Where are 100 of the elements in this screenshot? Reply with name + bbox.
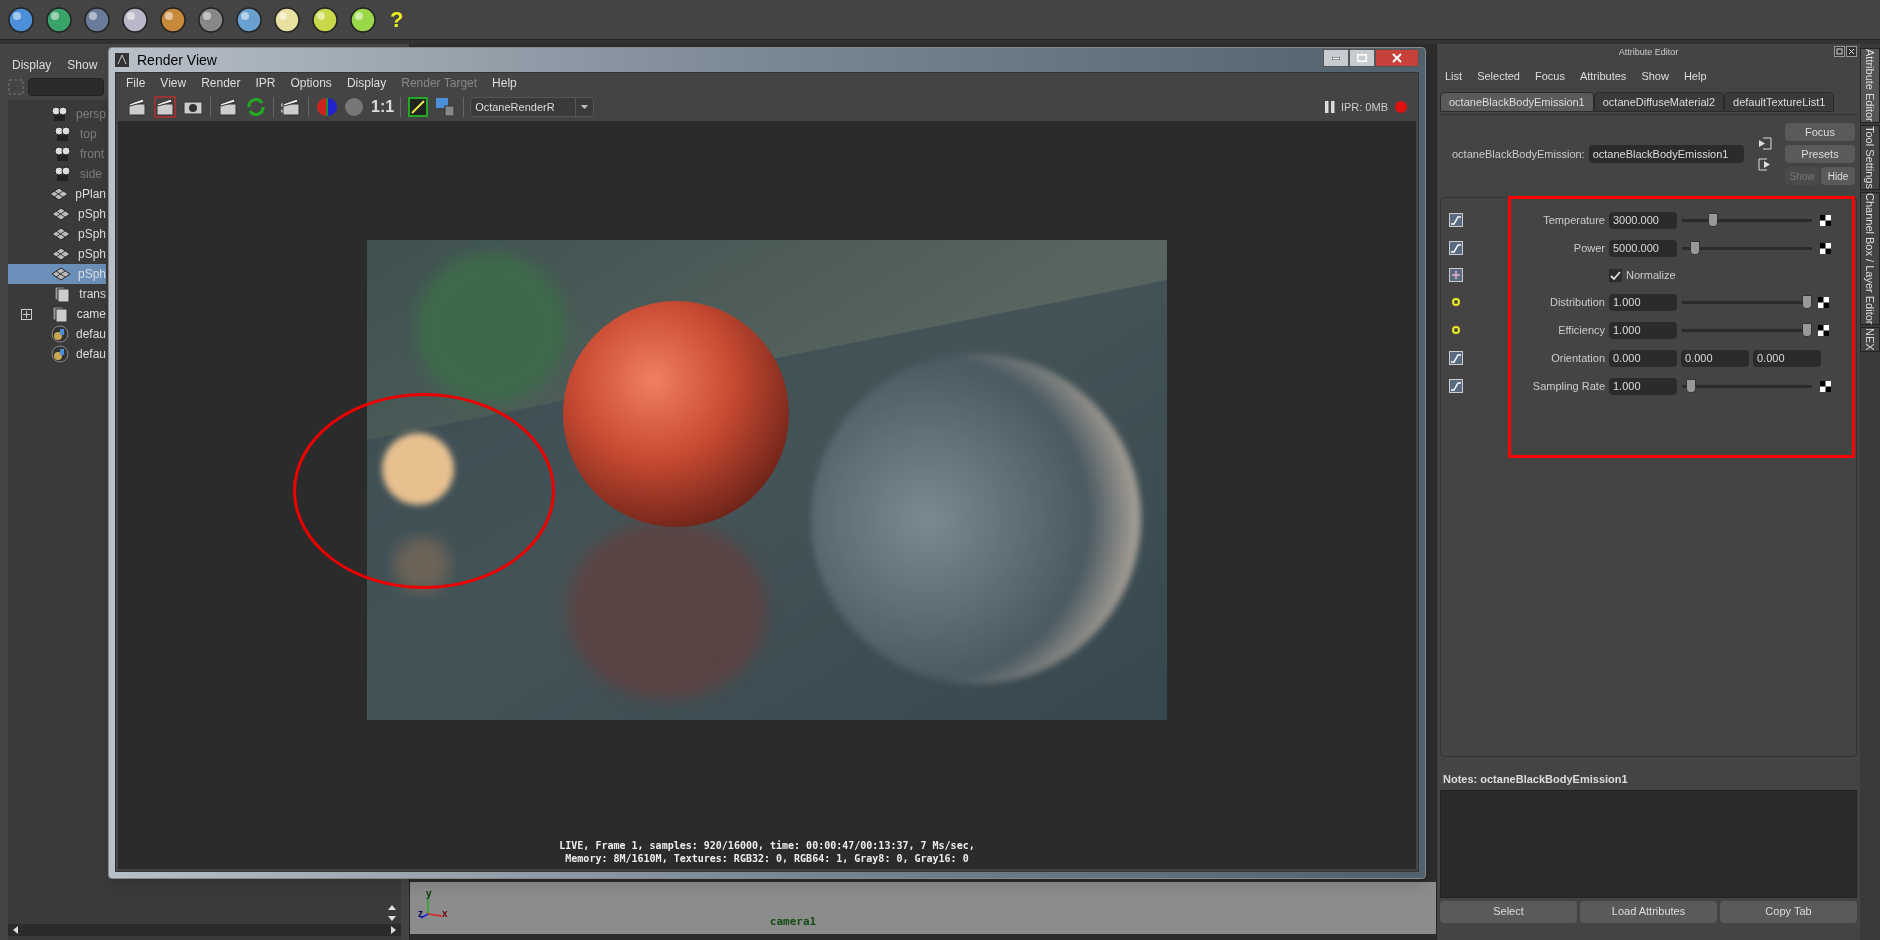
attribute-label: Efficiency [1558,323,1605,336]
menu-item[interactable]: Focus [1534,67,1565,85]
outliner-item[interactable]: pPlan [8,184,106,204]
panel-button[interactable]: Presets [1785,145,1855,163]
menu-item[interactable]: Display [346,74,387,92]
outliner-item[interactable]: came [8,304,106,324]
outliner-item[interactable]: defau [8,324,106,344]
menu-item[interactable]: Selected [1477,67,1520,85]
menu-item[interactable]: Show [67,56,98,74]
trash-icon[interactable] [435,96,458,118]
checker-map-icon[interactable] [1820,380,1831,392]
attribute-label: Power [1573,241,1605,254]
checkmark-icon [1610,269,1621,281]
menu-item[interactable]: Show [1641,67,1669,85]
panel-button[interactable]: Focus [1785,123,1855,141]
menu-item[interactable]: List [1445,67,1463,85]
camera-label: camera1 [769,913,817,930]
panel-button[interactable]: Hide [1821,167,1855,185]
value-field[interactable]: 0.000 [1609,349,1677,367]
side-tab[interactable]: NEX [1860,327,1880,352]
clapperboard-icon[interactable] [154,96,176,118]
value-field[interactable]: 5000.000 [1609,239,1677,257]
mesh-icon [51,227,72,241]
outliner-item[interactable]: pSph [8,204,106,224]
outliner-item[interactable]: pSph [8,244,106,264]
side-tab[interactable]: Channel Box / Layer Editor [1860,191,1880,326]
slider-thumb[interactable] [1802,295,1812,309]
node-tab[interactable]: octaneBlackBodyEmission1 [1440,92,1594,112]
value-field[interactable]: 3000.000 [1609,211,1677,229]
clapperboard-icon[interactable] [217,96,239,118]
node-name-field[interactable]: octaneBlackBodyEmission1 [1588,145,1744,163]
node-tab[interactable]: defaultTextureList1 [1724,92,1835,112]
refresh-icon[interactable] [245,96,267,118]
slider-track[interactable] [1682,322,1812,338]
curve-icon[interactable] [1449,351,1463,365]
slider-thumb[interactable] [1685,379,1696,393]
left-arrow-icon[interactable] [12,926,20,934]
slider-thumb[interactable] [1708,213,1719,227]
pause-icon[interactable] [1324,101,1335,113]
menu-item[interactable]: Attributes [1579,67,1627,85]
bottom-button[interactable]: Load Attributes [1580,900,1717,923]
dot-icon [1452,298,1460,306]
menu-item[interactable]: Help [1683,67,1707,85]
bottom-button[interactable]: Copy Tab [1720,900,1857,923]
close-icon[interactable] [1846,46,1857,57]
value-field[interactable]: 1.000 [1609,293,1677,311]
menu-item[interactable]: Help [492,74,517,92]
picture-icon[interactable] [407,96,430,118]
outliner-item[interactable]: defau [8,344,106,364]
curve-icon[interactable] [1449,379,1463,393]
slider-track[interactable] [1682,378,1812,394]
notes-field[interactable] [1440,789,1857,898]
app-logo-icon [115,53,129,67]
curve-icon[interactable] [1449,241,1463,255]
checkbox[interactable] [1609,268,1622,282]
renderer-dropdown[interactable]: OctaneRenderR [470,97,595,117]
checker-map-icon[interactable] [1818,324,1829,336]
value-field[interactable]: 1.000 [1609,377,1677,395]
close-button[interactable] [1375,49,1419,67]
input-connection-icon[interactable] [1757,137,1772,150]
horizontal-scrollbar[interactable] [8,924,401,936]
checkbox-label: Normalize [1626,267,1676,283]
float-icon[interactable] [1834,46,1845,57]
outliner-item[interactable]: trans [8,284,106,304]
attribute-label: Distribution [1549,295,1605,308]
maximize-button[interactable] [1349,49,1375,67]
checker-map-icon[interactable] [1818,296,1829,308]
checker-map-icon[interactable] [1820,214,1831,226]
minimize-button[interactable] [1323,49,1349,67]
slider-track[interactable] [1682,294,1812,310]
menu-item[interactable]: File [126,74,146,92]
slider-track[interactable] [1682,212,1812,228]
toggle-icon[interactable] [1449,268,1463,282]
menu-item[interactable]: Options [290,74,332,92]
right-arrow-icon[interactable] [389,926,397,934]
clapperboard-icon[interactable] [280,96,302,118]
side-tab[interactable]: Attribute Editor [1860,48,1880,123]
expand-icon[interactable] [20,308,32,320]
zoom-ratio-button[interactable]: 1:1 [371,95,395,119]
slider-thumb[interactable] [1690,241,1701,255]
value-field[interactable]: 1.000 [1609,321,1677,339]
bottom-button[interactable]: Select [1440,900,1577,923]
filter-field[interactable] [28,78,104,96]
output-connection-icon[interactable] [1757,158,1772,171]
menu-item[interactable]: View [160,74,187,92]
checker-map-icon[interactable] [1820,242,1831,254]
menu-item[interactable]: IPR [255,74,276,92]
value-field[interactable]: 0.000 [1753,349,1821,367]
help-button[interactable]: ? [386,3,408,36]
menu-item[interactable]: Display [12,56,52,74]
clapperboard-icon[interactable] [126,96,148,118]
slider-track[interactable] [1682,240,1812,256]
menu-item[interactable]: Render [201,74,241,92]
side-tab[interactable]: Tool Settings [1860,124,1880,190]
outliner-item[interactable]: pSph [8,224,106,244]
ball-icon[interactable] [120,4,150,35]
value-field[interactable]: 0.000 [1681,349,1749,367]
curve-icon[interactable] [1449,213,1463,227]
slider-thumb[interactable] [1802,323,1812,337]
node-tab[interactable]: octaneDiffuseMaterial2 [1593,92,1725,112]
